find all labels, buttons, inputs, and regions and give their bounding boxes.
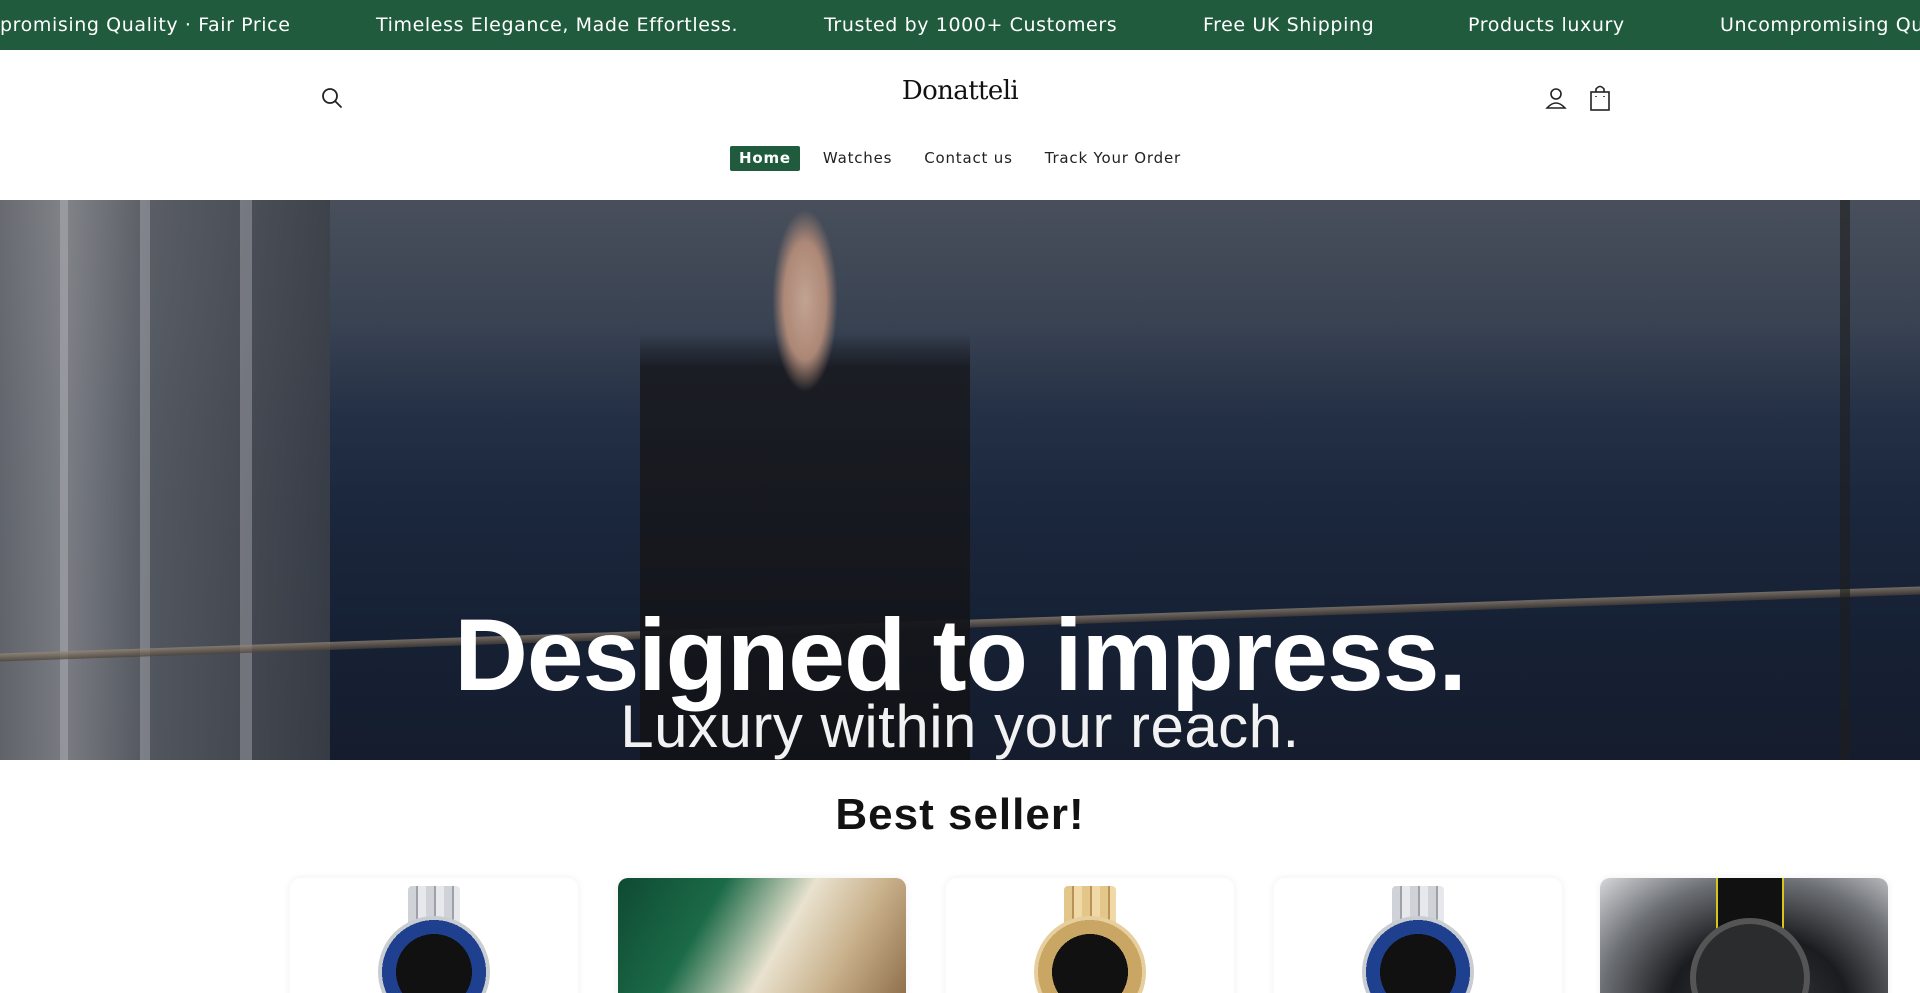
product-card[interactable] xyxy=(290,878,578,993)
announcement-item: Trusted by 1000+ Customers xyxy=(824,14,1118,36)
product-image xyxy=(374,886,494,993)
watch-bezel xyxy=(378,916,490,993)
account-icon xyxy=(1545,88,1567,109)
announcement-bar: promising Quality · Fair Price Timeless … xyxy=(0,0,1920,50)
nav-item-track-your-order[interactable]: Track Your Order xyxy=(1036,146,1190,171)
best-seller-title: Best seller! xyxy=(835,790,1085,839)
watch-bezel xyxy=(1034,916,1146,993)
cart-button[interactable] xyxy=(1586,83,1614,113)
search-button[interactable] xyxy=(318,84,346,112)
product-card[interactable] xyxy=(1600,878,1888,993)
watch-bezel xyxy=(1362,916,1474,993)
cart-icon xyxy=(1590,85,1610,111)
nav-item-home[interactable]: Home xyxy=(730,146,800,171)
announcement-item: Free UK Shipping xyxy=(1203,14,1375,36)
nav-item-contact-us[interactable]: Contact us xyxy=(915,146,1021,171)
site-header: Donatteli Home Watches Contact us Track … xyxy=(0,50,1920,200)
product-card[interactable] xyxy=(1274,878,1562,993)
announcement-item: promising Quality · Fair Price xyxy=(0,14,291,36)
nav-item-watches[interactable]: Watches xyxy=(814,146,901,171)
product-card[interactable] xyxy=(946,878,1234,993)
product-image xyxy=(1358,886,1478,993)
announcement-item: Timeless Elegance, Made Effortless. xyxy=(376,14,739,36)
product-image xyxy=(1600,878,1888,993)
watch-dial xyxy=(1690,918,1810,993)
announcement-item: Products luxury xyxy=(1468,14,1625,36)
product-image xyxy=(618,878,906,993)
hero-banner: Designed to impress. Luxury within your … xyxy=(0,200,1920,760)
announcement-item: Uncompromising Qu xyxy=(1720,14,1920,36)
search-icon xyxy=(322,88,342,108)
product-image xyxy=(1030,886,1150,993)
main-nav: Home Watches Contact us Track Your Order xyxy=(0,146,1920,171)
account-button[interactable] xyxy=(1542,84,1570,112)
product-card[interactable] xyxy=(618,878,906,993)
site-logo[interactable]: Donatteli xyxy=(860,76,1060,106)
hero-subtitle: Luxury within your reach. xyxy=(620,693,1300,760)
